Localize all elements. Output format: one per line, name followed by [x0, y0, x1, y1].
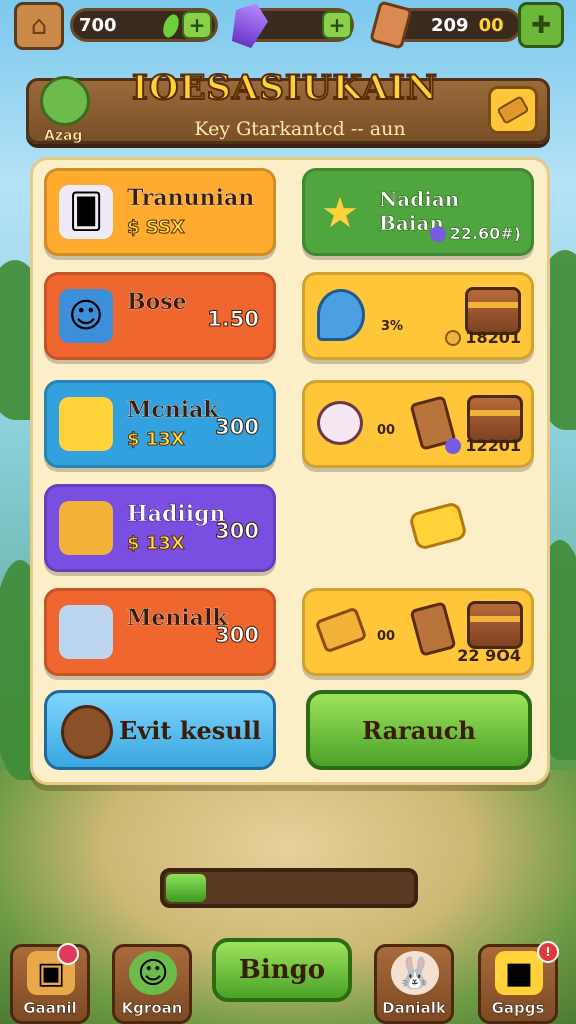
shop-card-hadiign[interactable]: Hadiign $ 13X 300: [44, 484, 276, 572]
nav-label: Gapgs: [491, 999, 545, 1018]
coin-icon: [445, 329, 462, 346]
puzzle-button[interactable]: ✚: [518, 2, 564, 48]
page-title: IOESASIUKAIN: [131, 67, 438, 109]
shop-card-chest-2[interactable]: 00 12201: [302, 380, 534, 468]
progress-fill: [166, 874, 206, 902]
card-gem-value: 22.60#): [429, 224, 521, 244]
card-price: $ 13X: [127, 429, 186, 451]
blue-shield-icon: [317, 289, 365, 341]
bunny-icon: 🐰: [391, 951, 439, 995]
nav-item-gapgs[interactable]: ■ ! Gapgs: [478, 941, 559, 1024]
page-subtitle: Key Gtarkantcd -- aun: [194, 118, 406, 140]
card-value: 300: [215, 519, 260, 544]
nav-item-kgroan[interactable]: ☺ Kgroan: [112, 944, 192, 1024]
green-avatar-icon: ☺: [129, 951, 177, 995]
butter-icon: [59, 397, 113, 451]
add-gems-button[interactable]: +: [322, 11, 352, 39]
cat-icon: [317, 401, 363, 445]
plus-icon: +: [188, 13, 206, 37]
card-value-row: 22 9O4: [457, 646, 521, 665]
card-name: Bose: [127, 289, 187, 315]
notification-badge: !: [537, 941, 559, 963]
nav-item-gaanil[interactable]: ▣ Gaanil: [10, 943, 90, 1024]
blue-cube-icon: [59, 605, 113, 659]
card-value: 12201: [465, 436, 521, 455]
card-price: $ 13X: [127, 533, 186, 555]
notification-badge: [57, 943, 79, 965]
card-price: $ SSX: [127, 217, 186, 239]
exit-result-button[interactable]: Evit kesull: [44, 690, 276, 770]
home-button[interactable]: ⌂: [14, 2, 64, 50]
card-sublabel: 00: [377, 423, 396, 438]
research-label: Rarauch: [362, 715, 476, 745]
card-icon: 🂠: [59, 185, 113, 239]
card-value: 22 9O4: [457, 646, 521, 665]
player-avatar[interactable]: [40, 76, 90, 126]
shop-card-nadian-baian[interactable]: ★ Nadian Baian 22.60#): [302, 168, 534, 256]
ticket-icon: [496, 95, 530, 125]
card-value: 22.60#): [449, 224, 521, 244]
add-coins-button[interactable]: +: [182, 11, 212, 39]
house-icon: ⌂: [30, 11, 48, 41]
card-value: 1.50: [207, 307, 260, 332]
avatar-label: Azag: [44, 128, 83, 145]
gem-dot-icon: [445, 437, 462, 454]
nav-label: Gaanil: [23, 999, 77, 1018]
card-name: Mcniak: [127, 397, 219, 423]
card-sublabel: 00: [377, 629, 396, 644]
puzzle-icon: ✚: [530, 11, 552, 39]
tickets-suffix: 00: [478, 14, 504, 36]
blue-robot-icon: ☺: [59, 289, 113, 343]
research-button[interactable]: Rarauch: [306, 690, 532, 770]
gem-dot-icon: [429, 225, 446, 242]
card-coin-value: 18201: [445, 328, 521, 347]
ticket-icon: [314, 606, 368, 654]
card-value: 18201: [465, 328, 521, 347]
scroll-icon: [59, 501, 113, 555]
star-icon: ★: [321, 187, 359, 237]
totem-icon: [409, 601, 457, 657]
card-gem-value: 12201: [445, 436, 521, 455]
monkey-icon: [61, 705, 113, 759]
nav-label: Danialk: [382, 999, 446, 1018]
header-menu-button[interactable]: [488, 86, 538, 134]
shop-card-mcniak[interactable]: Mcniak $ 13X 300: [44, 380, 276, 468]
plus-icon: +: [328, 13, 346, 37]
shop-card-chest-3[interactable]: 00 22 9O4: [302, 588, 534, 676]
shop-card-bose[interactable]: ☺ Bose 1.50: [44, 272, 276, 360]
chest-icon: [467, 601, 523, 649]
shop-card-chest-1[interactable]: 3% 18201: [302, 272, 534, 360]
top-resource-bar: ⌂ 700 + + 209 00 ✚: [0, 0, 576, 54]
card-value: 300: [215, 623, 260, 648]
card-value: 300: [215, 415, 260, 440]
level-progress-bar: [160, 868, 418, 908]
shop-card-menialk[interactable]: Menialk 300: [44, 588, 276, 676]
exit-result-label: Evit kesull: [119, 715, 261, 745]
ticket-scroll-icon: [369, 0, 413, 50]
nav-item-danialk[interactable]: 🐰 Danialk: [374, 944, 454, 1024]
bingo-button[interactable]: Bingo: [212, 938, 352, 1002]
card-name: Hadiign: [127, 501, 226, 528]
card-name: Tranunian: [127, 185, 255, 211]
card-sublabel: 3%: [381, 319, 404, 334]
shop-card-tranunian[interactable]: 🂠 Tranunian $ SSX: [44, 168, 276, 256]
bingo-label: Bingo: [238, 955, 326, 985]
nav-label: Kgroan: [121, 999, 183, 1018]
card-name: Menialk: [127, 605, 228, 631]
gift-icon: ■: [495, 951, 543, 995]
coins-value: 700: [79, 14, 117, 36]
